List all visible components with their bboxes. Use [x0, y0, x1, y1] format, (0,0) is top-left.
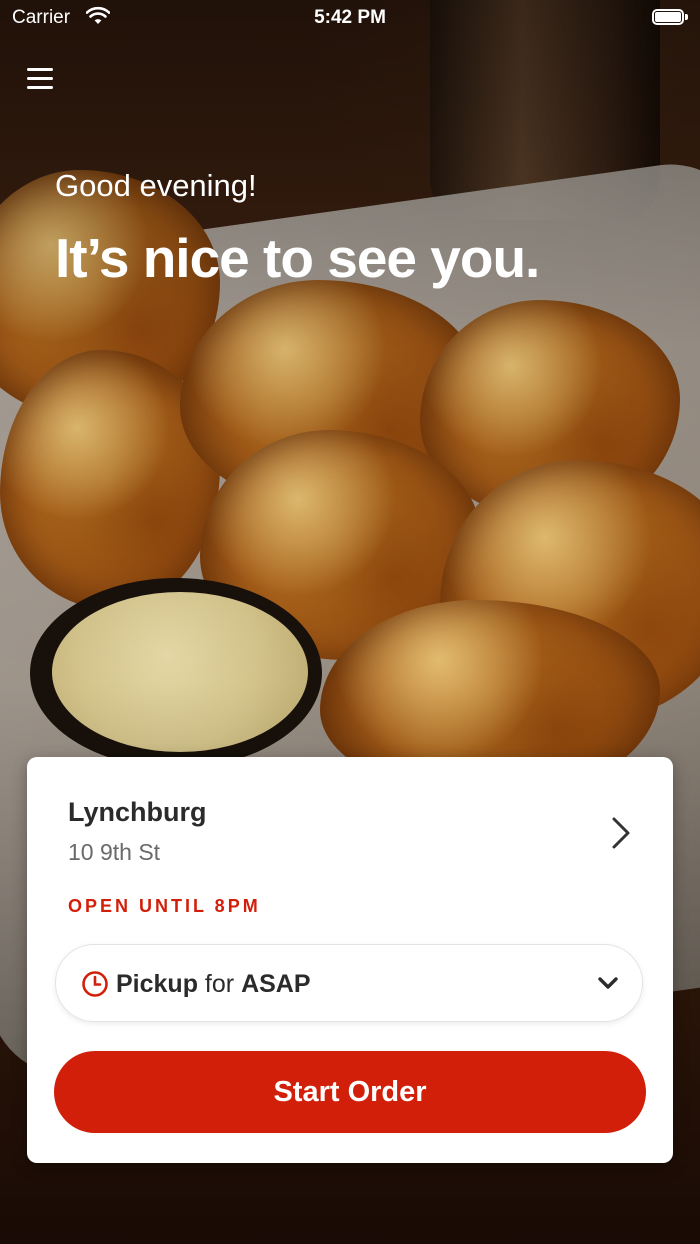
battery-icon — [652, 9, 688, 25]
pickup-time: ASAP — [241, 970, 311, 998]
pickup-mode: Pickup — [116, 970, 198, 998]
clock-time: 5:42 PM — [314, 7, 386, 28]
chevron-down-icon — [598, 977, 618, 989]
menu-icon[interactable] — [26, 66, 56, 92]
pickup-connector: for — [197, 970, 242, 998]
welcome-headline: It’s nice to see you. — [55, 227, 540, 289]
clock-icon — [82, 971, 108, 997]
greeting-text: Good evening! — [55, 168, 257, 203]
store-hours: OPEN UNTIL 8PM — [68, 896, 261, 916]
store-name[interactable]: Lynchburg — [68, 797, 207, 828]
pickup-time-selector[interactable]: Pickup for ASAP — [55, 944, 643, 1022]
pickup-label: Pickup for ASAP — [116, 970, 311, 999]
store-address: 10 9th St — [68, 839, 161, 865]
chevron-right-icon[interactable] — [605, 815, 635, 851]
status-bar: Carrier 5:42 PM — [0, 0, 700, 36]
start-order-button[interactable]: Start Order — [54, 1051, 646, 1133]
location-card: Lynchburg 10 9th St OPEN UNTIL 8PM Picku… — [27, 757, 673, 1163]
